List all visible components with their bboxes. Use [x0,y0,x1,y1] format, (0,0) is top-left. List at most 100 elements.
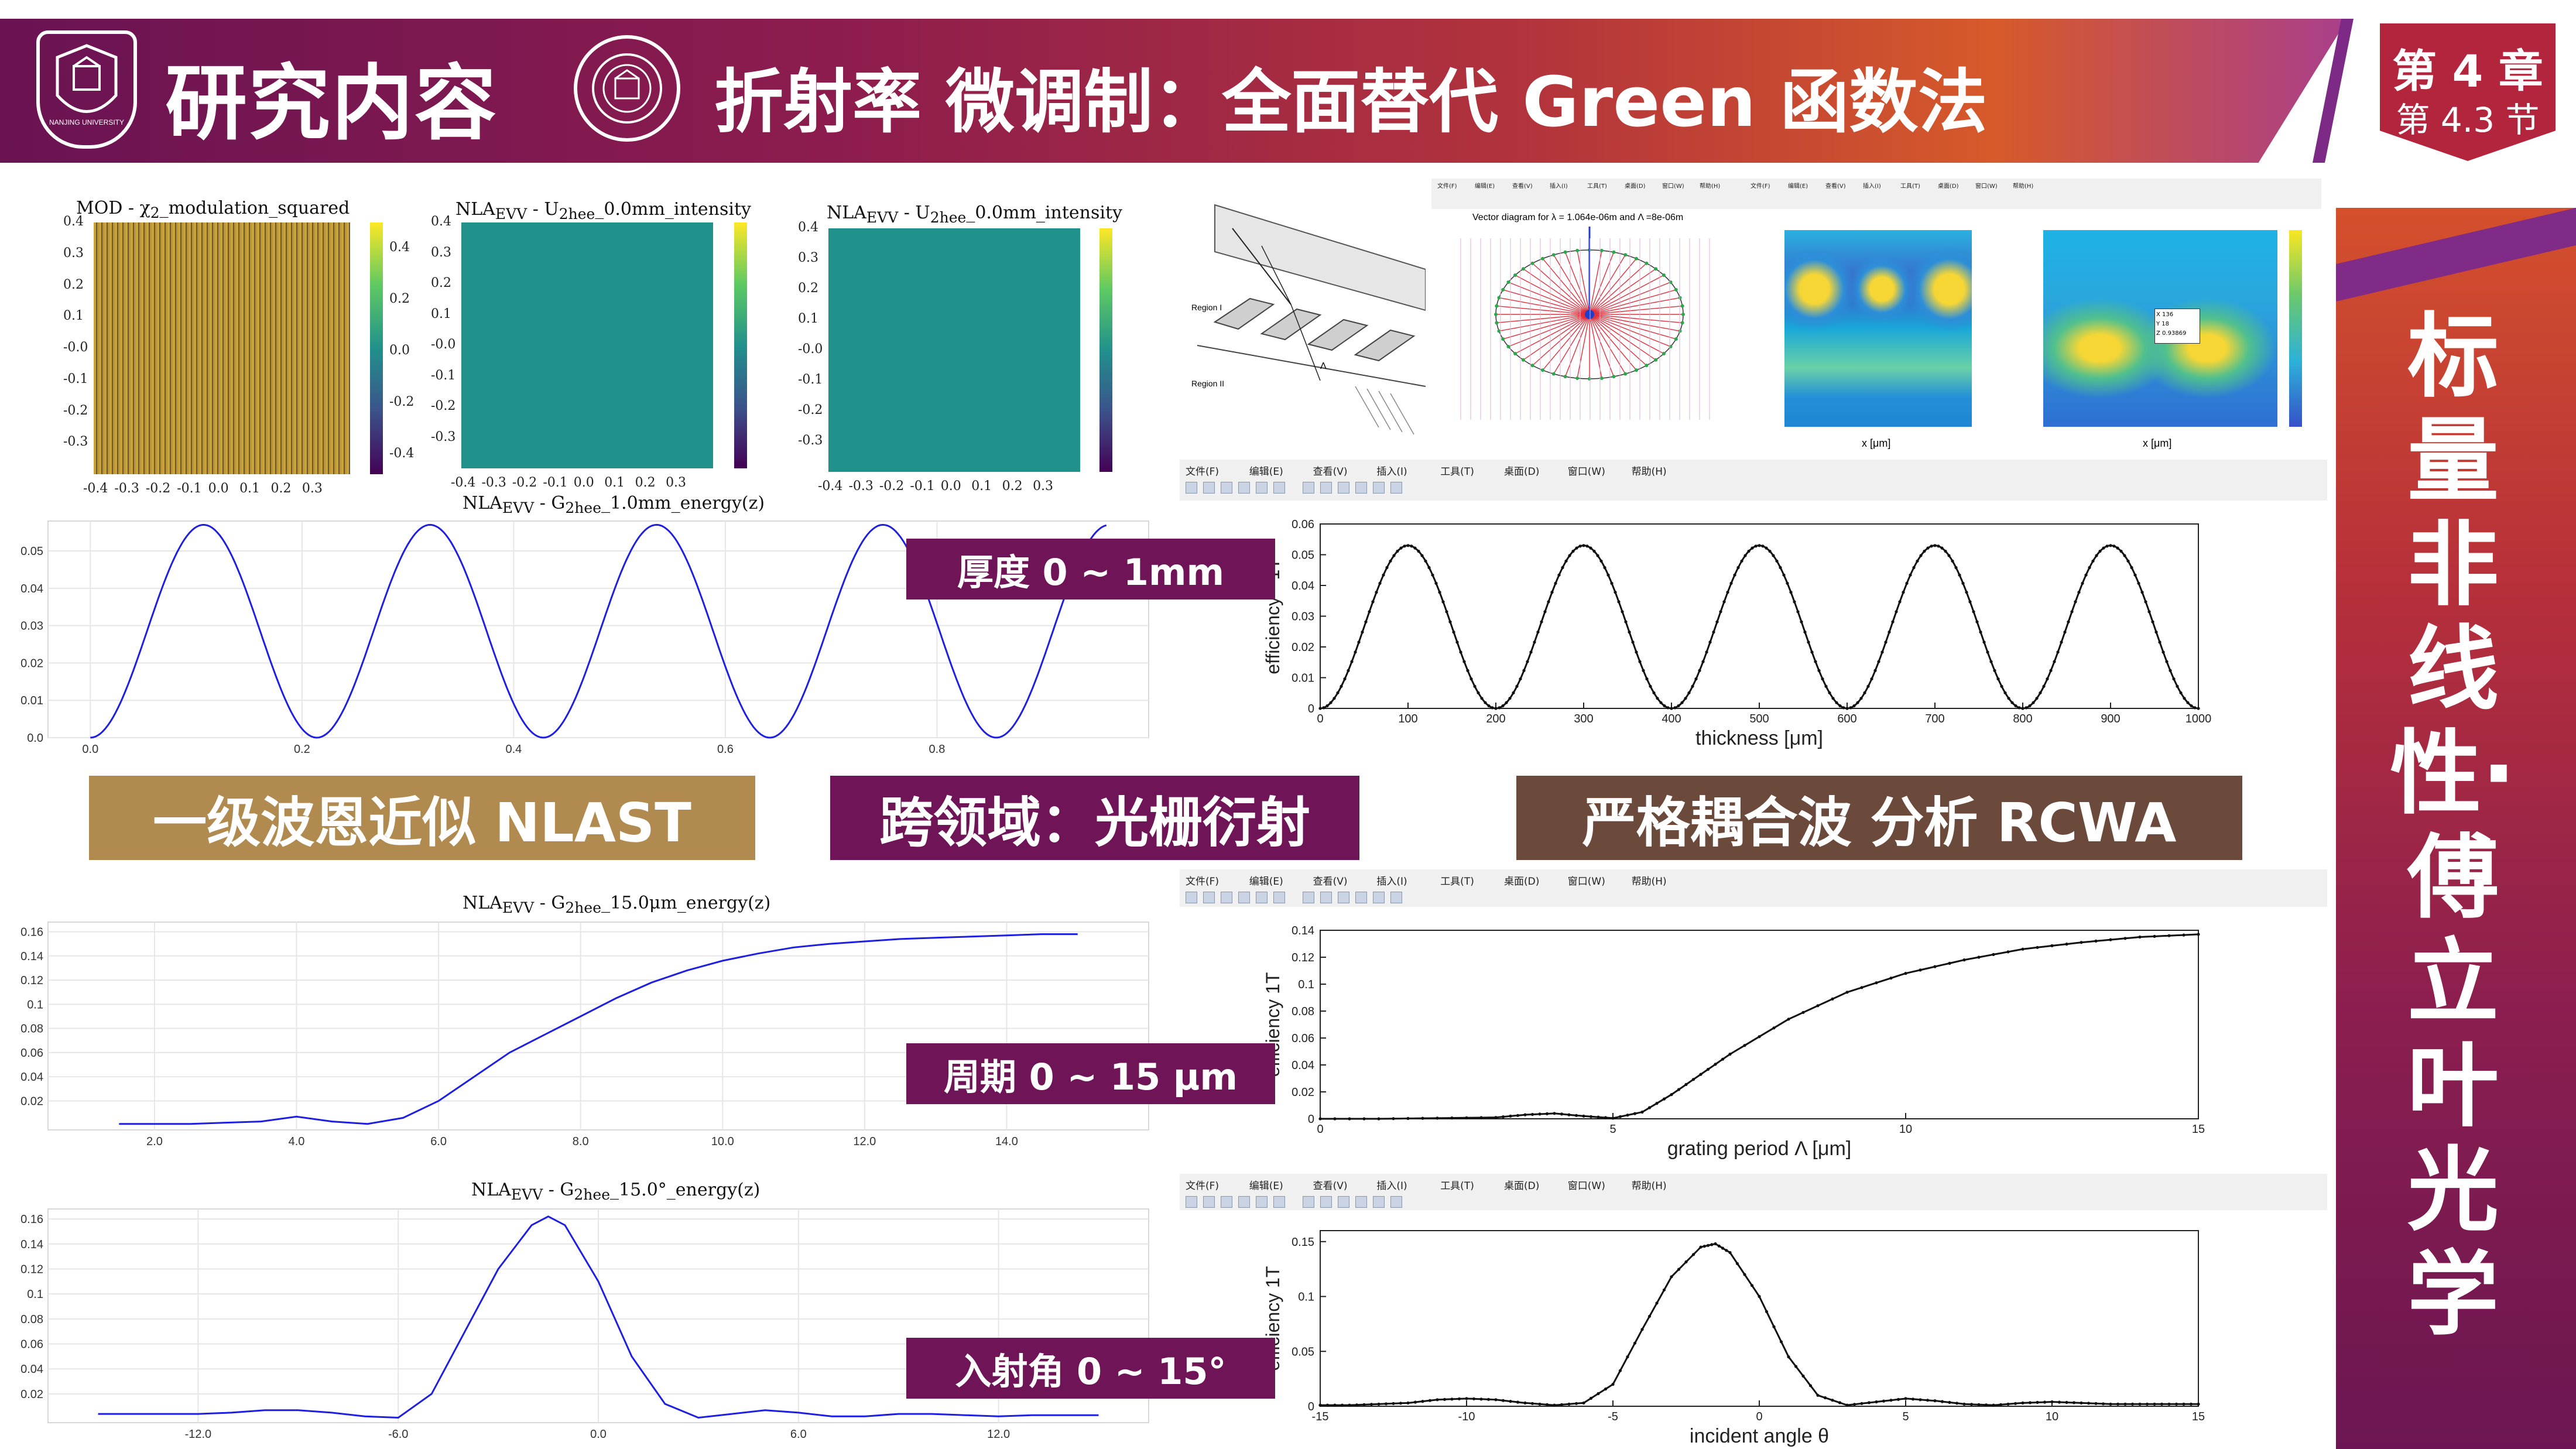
menu-item[interactable]: 文件(F) [1186,463,1219,478]
toolbar-tool-icon[interactable] [1186,892,1197,903]
toolbar-tool-icon[interactable] [1373,1196,1385,1208]
menu-item[interactable]: 插入(I) [1376,873,1407,888]
menu-item[interactable]: 桌面(D) [1625,181,1646,190]
data-point [1933,1399,1937,1403]
menu-item[interactable]: 工具(T) [1900,181,1920,190]
menu-item[interactable]: 工具(T) [1440,463,1474,478]
menu-item[interactable]: 插入(I) [1376,1177,1407,1192]
toolbar-tool-icon[interactable] [1390,1196,1402,1208]
toolbar-tool-icon[interactable] [1373,482,1385,494]
heatmap-ytick: -0.3 [63,434,88,450]
toolbar-tool-icon[interactable] [1320,1196,1332,1208]
data-point [1721,1246,1725,1250]
menu-item[interactable]: 查看(V) [1512,181,1533,190]
xtick-label: 5 [1609,1123,1616,1136]
menu-item[interactable]: 窗口(W) [1662,181,1684,190]
menu-item[interactable]: 帮助(H) [1632,873,1667,888]
toolbar-tool-icon[interactable] [1273,1196,1285,1208]
toolbar-tool-icon[interactable] [1238,892,1250,903]
toolbar-tool-icon[interactable] [1203,482,1215,494]
menu-item[interactable]: 文件(F) [1186,1177,1219,1192]
toolbar-tool-icon[interactable] [1221,1196,1232,1208]
data-point [2081,581,2084,585]
toolbar-tool-icon[interactable] [1390,482,1402,494]
toolbar-tool-icon[interactable] [1221,892,1232,903]
menu-item[interactable]: 帮助(H) [2013,181,2033,190]
toolbar-tool-icon[interactable] [1221,482,1232,494]
data-point [2021,707,2025,710]
menu-item[interactable]: 查看(V) [1313,463,1348,478]
toolbar-tool-icon[interactable] [1273,892,1285,903]
menu-item[interactable]: 编辑(E) [1249,1177,1283,1192]
toolbar-tool-icon[interactable] [1355,482,1367,494]
menu-item[interactable]: 编辑(E) [1249,873,1283,888]
toolbar-tool-icon[interactable] [1273,482,1285,494]
toolbar-tool-icon[interactable] [1186,1196,1197,1208]
menu-item[interactable]: 工具(T) [1440,873,1474,888]
toolbar-tool-icon[interactable] [1256,1196,1268,1208]
toolbar-tool-icon[interactable] [1303,892,1314,903]
toolbar-tool-icon[interactable] [1203,1196,1215,1208]
data-point [1916,559,1919,563]
menu-item[interactable]: 文件(F) [1186,873,1219,888]
menu-item[interactable]: 查看(V) [1825,181,1846,190]
data-point [1904,972,1907,975]
toolbar-tool-icon[interactable] [1338,482,1349,494]
toolbar-tool-icon[interactable] [1355,892,1367,903]
toolbar-tool-icon[interactable] [1320,482,1332,494]
heatmap-ytick: -0.1 [431,368,456,383]
menu-item[interactable]: 工具(T) [1440,1177,1474,1192]
toolbar-tool-icon[interactable] [1203,892,1215,903]
menu-item[interactable]: 帮助(H) [1632,463,1667,478]
menu-item[interactable]: 帮助(H) [1632,1177,1667,1192]
toolbar-tool-icon[interactable] [1238,482,1250,494]
data-point [1794,1365,1798,1368]
toolbar-tool-icon[interactable] [1390,892,1402,903]
menu-item[interactable]: 桌面(D) [1504,1177,1539,1192]
menu-item[interactable]: 窗口(W) [1975,181,1998,190]
menu-item[interactable]: 查看(V) [1313,873,1348,888]
toolbar-tool-icon[interactable] [1256,482,1268,494]
ytick-label: 0.1 [1298,1291,1314,1304]
toolbar-tool-icon[interactable] [1303,482,1314,494]
menu-item[interactable]: 桌面(D) [1504,463,1539,478]
menu-item[interactable]: 编辑(E) [1249,463,1283,478]
toolbar-tool-icon[interactable] [1355,1196,1367,1208]
menu-item[interactable]: 文件(F) [1437,181,1457,190]
data-point [2140,591,2144,594]
data-point [1459,650,1462,654]
menu-item[interactable]: 帮助(H) [1700,181,1720,190]
menu-item[interactable]: 插入(I) [1376,463,1407,478]
menu-item[interactable]: 插入(I) [1863,181,1881,190]
menu-item[interactable]: 编辑(E) [1475,181,1495,190]
data-point [1810,650,1814,654]
data-point [1362,1117,1366,1121]
toolbar-tool-icon[interactable] [1256,892,1268,903]
menu-item[interactable]: 窗口(W) [1568,1177,1605,1192]
datatip[interactable]: X 136 Y 18 Z 0.93869 [2154,309,2200,344]
menu-item[interactable]: 桌面(D) [1504,873,1539,888]
data-point [1958,573,1961,577]
vector-diagram-plot [1460,227,1710,420]
menu-item[interactable]: 窗口(W) [1568,463,1605,478]
xtick-label: 500 [1749,712,1769,725]
data-point [1431,573,1434,577]
label-period-range: 周期 0 ~ 15 μm [906,1043,1275,1104]
toolbar-tool-icon[interactable] [1373,892,1385,903]
toolbar-tool-icon[interactable] [1338,1196,1349,1208]
data-point [2138,935,2142,939]
toolbar-tool-icon[interactable] [1338,892,1349,903]
toolbar-tool-icon[interactable] [1303,1196,1314,1208]
menu-item[interactable]: 编辑(E) [1788,181,1808,190]
toolbar-tool-icon[interactable] [1238,1196,1250,1208]
menu-item[interactable]: 插入(I) [1550,181,1568,190]
menu-item[interactable]: 查看(V) [1313,1177,1348,1192]
toolbar-tool-icon[interactable] [1320,892,1332,903]
toolbar-tool-icon[interactable] [1186,482,1197,494]
menu-item[interactable]: 桌面(D) [1938,181,1959,190]
menu-item[interactable]: 窗口(W) [1568,873,1605,888]
vector-window-toolbar [1437,195,1671,207]
menu-item[interactable]: 工具(T) [1587,181,1607,190]
data-point [1473,684,1477,688]
menu-item[interactable]: 文件(F) [1751,181,1770,190]
